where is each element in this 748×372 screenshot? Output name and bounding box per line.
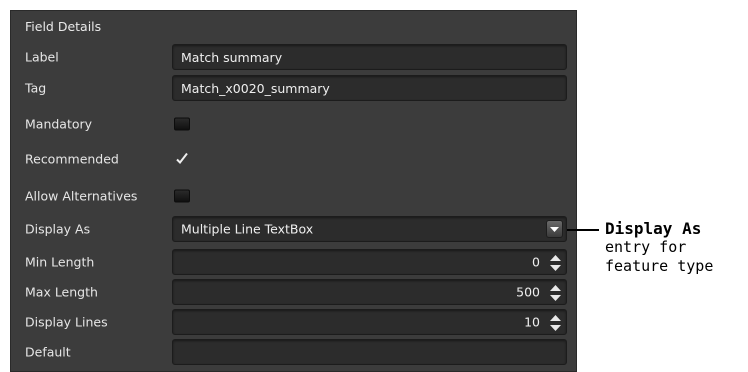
field-details-panel: Field Details Label Tag Mandatory Recomm… [10, 10, 577, 372]
checkmark-icon [176, 152, 188, 165]
mandatory-checkbox[interactable] [174, 117, 190, 131]
mandatory-label: Mandatory [25, 116, 93, 132]
min-length-field[interactable]: 0 [172, 249, 567, 275]
spinner-arrows-icon [550, 255, 561, 271]
default-label: Default [25, 344, 71, 360]
display-as-label: Display As [25, 221, 91, 237]
min-length-label: Min Length [25, 254, 95, 270]
recommended-checkbox[interactable] [174, 152, 190, 166]
max-length-value: 500 [516, 284, 540, 300]
spinner-arrows-icon [550, 315, 561, 331]
max-length-spinner[interactable] [549, 283, 562, 303]
tag-input[interactable] [173, 76, 566, 100]
allow-alternatives-checkbox[interactable] [174, 189, 190, 203]
label-row: Label [11, 42, 576, 72]
panel-title: Field Details [25, 19, 102, 34]
max-length-field[interactable]: 500 [172, 279, 567, 305]
display-as-row: Display As Multiple Line TextBox [11, 214, 576, 244]
display-as-select[interactable]: Multiple Line TextBox [172, 216, 567, 242]
min-length-spinner[interactable] [549, 253, 562, 273]
default-input[interactable] [173, 340, 566, 364]
callout-heading: Display As [605, 219, 702, 238]
display-lines-value: 10 [524, 314, 540, 330]
allow-alternatives-label: Allow Alternatives [25, 188, 138, 204]
display-as-value: Multiple Line TextBox [181, 221, 314, 237]
mandatory-row: Mandatory [11, 109, 576, 139]
chevron-down-icon [550, 227, 559, 232]
callout-line-1: entry for [605, 238, 687, 256]
callout-line-2: feature type [605, 257, 714, 275]
display-lines-row: Display Lines 10 [11, 307, 576, 337]
display-lines-spinner[interactable] [549, 313, 562, 333]
display-lines-label: Display Lines [25, 314, 108, 330]
label-field[interactable] [172, 44, 567, 70]
tag-label: Tag [25, 80, 47, 96]
min-length-row: Min Length 0 [11, 247, 576, 277]
display-as-dropdown-button[interactable] [546, 220, 563, 238]
callout-connector-line [567, 229, 599, 231]
recommended-label: Recommended [25, 151, 119, 167]
display-lines-field[interactable]: 10 [172, 309, 567, 335]
default-row: Default [11, 337, 576, 367]
tag-field[interactable] [172, 75, 567, 101]
recommended-row: Recommended [11, 144, 576, 174]
label-input[interactable] [173, 45, 566, 69]
display-as-callout: Display As entry for feature type [605, 219, 713, 276]
tag-row: Tag [11, 73, 576, 103]
min-length-value: 0 [532, 254, 540, 270]
label-label: Label [25, 49, 59, 65]
allow-alternatives-row: Allow Alternatives [11, 181, 576, 211]
spinner-arrows-icon [550, 285, 561, 301]
default-field[interactable] [172, 339, 567, 365]
max-length-label: Max Length [25, 284, 98, 300]
max-length-row: Max Length 500 [11, 277, 576, 307]
